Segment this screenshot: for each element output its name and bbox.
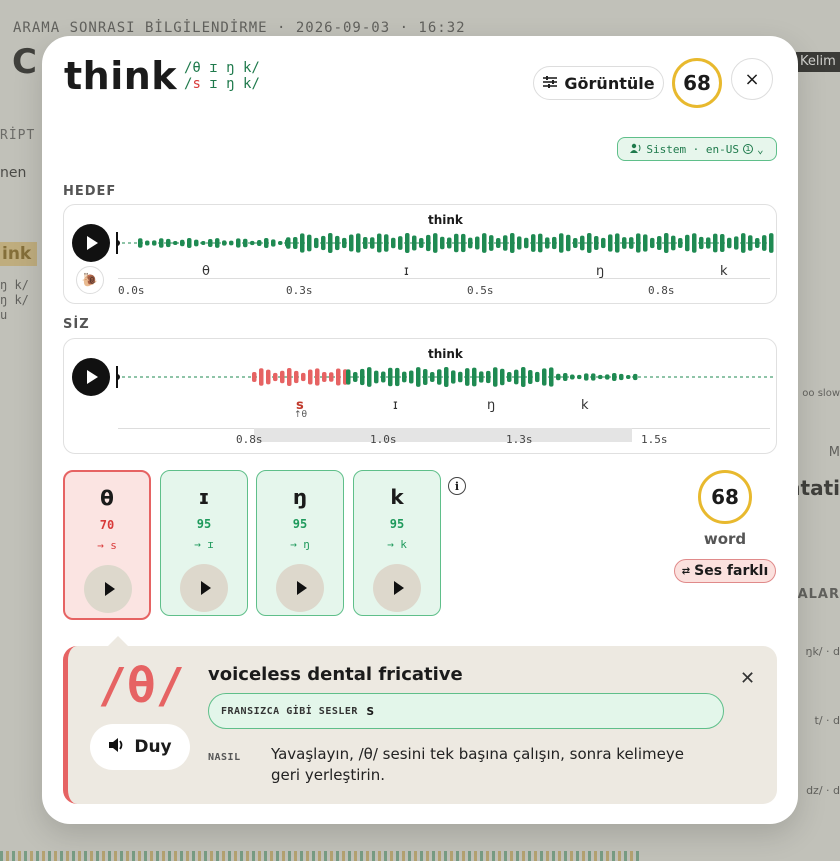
pronunciation-modal: think /θ ɪ ŋ k/ /s ɪ ŋ k/ Görüntüle 68 ×… xyxy=(42,36,798,824)
user-waveform-card: think s ↑θ ɪ ŋ k 0.8s 1.0s 1.3s 1.5s xyxy=(63,338,777,454)
user-waveform[interactable] xyxy=(116,362,776,392)
close-icon[interactable]: × xyxy=(731,58,773,100)
target-axis xyxy=(118,278,770,279)
how-label: NASIL xyxy=(208,752,241,763)
detail-close-icon[interactable]: ✕ xyxy=(740,668,755,689)
target-time-tick: 0.8s xyxy=(648,284,675,297)
user-time-tick: 0.8s xyxy=(236,433,263,446)
phoneme-card-ih[interactable]: ɪ 95 → ɪ xyxy=(160,470,248,616)
phoneme-heard: → k xyxy=(387,538,407,551)
phoneme-play-button[interactable] xyxy=(276,564,324,612)
swap-icon: ⇄ xyxy=(681,565,691,577)
similar-sounds-label: FRANSIZCA GİBİ SESLER xyxy=(221,705,358,717)
target-time-tick: 0.3s xyxy=(286,284,313,297)
user-wave-word: think xyxy=(428,347,463,361)
sliders-icon xyxy=(542,74,558,93)
phoneme-score: 95 xyxy=(389,517,405,531)
user-phoneme-label: ɪ xyxy=(393,398,398,413)
target-time-tick: 0.5s xyxy=(467,284,494,297)
ipa-comparison: /θ ɪ ŋ k/ /s ɪ ŋ k/ xyxy=(184,60,260,92)
target-play-button[interactable] xyxy=(72,224,110,262)
target-wave-word: think xyxy=(428,213,463,227)
phoneme-symbol: ŋ xyxy=(292,485,308,509)
target-waveform-card: 🐌 think θ ɪ ŋ k 0.0s 0.3s 0.5s 0.8s xyxy=(63,204,777,304)
phoneme-card-theta[interactable]: θ 70 → s xyxy=(63,470,151,620)
info-small-icon: i xyxy=(743,144,754,154)
target-section-label: HEDEF xyxy=(63,184,117,199)
user-play-button[interactable] xyxy=(72,358,110,396)
phoneme-heard: → ŋ xyxy=(290,538,310,551)
voice-selector-label: Sistem · en-US xyxy=(646,142,740,156)
sound-different-badge: ⇄ Ses farklı xyxy=(674,559,776,583)
user-time-tick: 1.3s xyxy=(506,433,533,446)
detail-symbol: /θ/ xyxy=(98,658,185,714)
phoneme-score: 95 xyxy=(292,517,308,531)
user-time-tick: 1.5s xyxy=(641,433,668,446)
phoneme-play-button[interactable] xyxy=(373,564,421,612)
user-time-tick: 1.0s xyxy=(370,433,397,446)
target-waveform[interactable] xyxy=(116,228,776,258)
speaker-icon xyxy=(630,143,642,156)
user-phoneme-expected: ↑θ xyxy=(294,410,308,420)
word-score: 68 xyxy=(698,470,752,524)
phoneme-heard: → ɪ xyxy=(194,538,214,551)
user-time-range-bar xyxy=(254,428,632,442)
target-phoneme-label: ɪ xyxy=(404,264,409,279)
similar-sounds-value: s xyxy=(365,703,375,719)
similar-sounds-box: FRANSIZCA GİBİ SESLER s xyxy=(208,693,724,729)
user-phoneme-label: k xyxy=(581,398,589,413)
phoneme-symbol: θ xyxy=(100,486,114,510)
detail-title: voiceless dental fricative xyxy=(208,664,463,685)
phoneme-detail-panel: /θ/ Duy voiceless dental fricative FRANS… xyxy=(63,646,777,804)
phoneme-symbol: k xyxy=(390,485,404,509)
target-time-tick: 0.0s xyxy=(118,284,145,297)
chevron-down-icon: ⌄ xyxy=(757,142,764,156)
ipa-user: /s ɪ ŋ k/ xyxy=(184,76,260,92)
user-section-label: SİZ xyxy=(63,317,90,332)
sound-different-label: Ses farklı xyxy=(694,563,769,579)
ipa-user-error: s xyxy=(192,76,201,92)
how-text: Yavaşlayın, /θ/ sesini tek başına çalışı… xyxy=(271,745,684,784)
phoneme-heard: → s xyxy=(97,539,117,552)
info-icon[interactable]: i xyxy=(448,477,466,495)
slow-playback-icon[interactable]: 🐌 xyxy=(76,266,104,294)
target-phoneme-label: k xyxy=(720,264,728,279)
view-button[interactable]: Görüntüle xyxy=(533,66,664,100)
word-score-label: word xyxy=(703,530,747,548)
overall-score: 68 xyxy=(672,58,722,108)
target-phoneme-label: ŋ xyxy=(596,264,605,279)
phoneme-play-button[interactable] xyxy=(84,565,132,613)
detail-caret xyxy=(108,636,128,646)
speaker-volume-icon xyxy=(108,737,126,758)
user-phoneme-label: ŋ xyxy=(487,398,496,413)
target-phoneme-label: θ xyxy=(202,264,210,279)
listen-button[interactable]: Duy xyxy=(90,724,190,770)
phoneme-card-ng[interactable]: ŋ 95 → ŋ xyxy=(256,470,344,616)
phoneme-play-button[interactable] xyxy=(180,564,228,612)
ipa-target: /θ ɪ ŋ k/ xyxy=(184,60,260,76)
voice-selector[interactable]: Sistem · en-US i ⌄ xyxy=(617,137,777,161)
phoneme-symbol: ɪ xyxy=(198,485,210,509)
word-title: think xyxy=(64,54,178,98)
view-button-label: Görüntüle xyxy=(564,73,655,93)
phoneme-score: 95 xyxy=(196,517,212,531)
phoneme-score: 70 xyxy=(99,518,115,532)
phoneme-card-k[interactable]: k 95 → k xyxy=(353,470,441,616)
listen-button-label: Duy xyxy=(134,737,172,757)
